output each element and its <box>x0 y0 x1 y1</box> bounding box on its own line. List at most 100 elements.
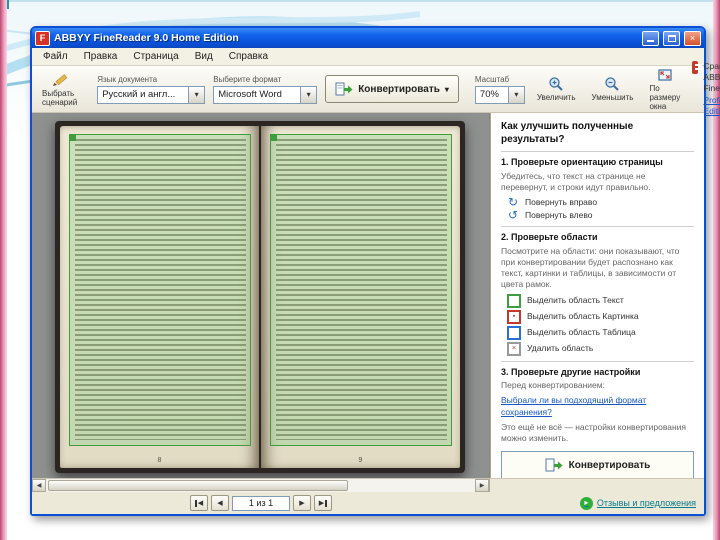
chevron-down-icon[interactable]: ▾ <box>188 86 205 103</box>
previous-page-button[interactable]: ◀ <box>211 495 229 511</box>
page-navigation-row: ◀ ◀ 1 из 1 ▶ ▶ ▸ Отзывы и предложения <box>32 492 704 514</box>
divider <box>501 360 694 362</box>
scrollbar-thumb[interactable] <box>48 480 348 491</box>
left-page-number: 8 <box>157 457 162 464</box>
step3-text1: Перед конвертированием: <box>501 380 605 391</box>
chevron-down-icon[interactable]: ▾ <box>507 86 524 103</box>
minimize-button[interactable] <box>642 30 659 46</box>
text-zone-icon <box>507 293 521 308</box>
feedback-link[interactable]: ▸ Отзывы и предложения <box>579 496 696 510</box>
draw-table-area-label: Выделить область Таблица <box>527 327 636 338</box>
tips-panel-title: Как улучшить полученные результаты? <box>501 121 634 145</box>
page-navigator: ◀ ◀ 1 из 1 ▶ ▶ <box>32 495 490 511</box>
delete-zone-icon: × <box>507 341 521 356</box>
zone-corner-tag <box>69 134 76 141</box>
maximize-icon <box>667 34 676 42</box>
picture-zone-icon: ▪ <box>507 309 521 324</box>
app-icon: F <box>35 30 50 46</box>
menu-help[interactable]: Справка <box>222 50 275 63</box>
output-format-group: Выберите формат Microsoft Word ▾ <box>213 74 318 104</box>
select-scenario-button[interactable]: Выбрать сценарий <box>38 69 81 110</box>
output-format-value: Microsoft Word <box>218 89 282 100</box>
first-page-bar-icon <box>194 499 197 507</box>
first-page-icon: ◀ <box>197 500 204 507</box>
chevron-down-icon[interactable]: ▾ <box>300 86 317 103</box>
last-page-button[interactable]: ▶ <box>314 495 332 511</box>
zoom-out-icon <box>604 76 620 92</box>
menu-bar: Файл Правка Страница Вид Справка <box>32 48 704 66</box>
red-book-icon <box>692 61 703 75</box>
first-page-button[interactable]: ◀ <box>190 495 208 511</box>
next-page-button[interactable]: ▶ <box>293 495 311 511</box>
previous-page-icon: ◀ <box>217 500 223 507</box>
right-text-zone[interactable] <box>270 134 452 446</box>
document-language-value: Русский и англ... <box>102 89 176 100</box>
bottom-scroll-row: ◀ ▶ <box>32 478 704 492</box>
document-language-label: Язык документа <box>97 74 158 84</box>
rotate-left-icon: ↺ <box>507 208 519 223</box>
output-format-label: Выберите формат <box>213 74 282 84</box>
convert-box-button[interactable]: Конвертировать <box>501 450 694 478</box>
menu-file[interactable]: Файл <box>36 50 75 63</box>
professional-edition-promo[interactable]: Сравни с ABBYY FineReader Professional E… <box>692 61 720 116</box>
draw-table-area-button[interactable]: Выделить область Таблица <box>507 325 694 340</box>
right-page[interactable]: 9 <box>261 126 460 468</box>
divider <box>501 225 694 227</box>
step1-heading: 1. Проверьте ориентацию страницы <box>501 157 663 167</box>
slide-left-border <box>0 0 7 540</box>
last-page-icon: ▶ <box>318 500 325 507</box>
convert-icon <box>545 458 563 473</box>
zoom-in-button[interactable]: Увеличить <box>533 73 580 105</box>
caret-down-icon: ▾ <box>444 84 449 94</box>
rotate-right-label: Повернуть вправо <box>525 196 598 207</box>
format-settings-link[interactable]: Выбрали ли вы подходящий формат сохранен… <box>501 395 694 417</box>
convert-icon <box>335 82 353 97</box>
feedback-link-label: Отзывы и предложения <box>596 498 696 508</box>
step2-text: Посмотрите на области: они показывают, ч… <box>501 245 680 289</box>
page-indicator[interactable]: 1 из 1 <box>232 495 290 511</box>
document-language-select[interactable]: Русский и англ... ▾ <box>97 85 206 104</box>
fit-to-window-button[interactable]: По размеру окна <box>645 64 684 114</box>
tips-panel: Как улучшить полученные результаты? 1. П… <box>490 113 704 478</box>
draw-text-area-button[interactable]: Выделить область Текст <box>507 293 694 308</box>
last-page-bar-icon <box>325 499 328 507</box>
feedback-play-icon: ▸ <box>579 496 593 510</box>
maximize-button[interactable] <box>663 30 680 46</box>
promo-line2: Professional Edition <box>703 94 720 116</box>
draw-picture-area-button[interactable]: ▪ Выделить область Картинка <box>507 309 694 324</box>
draw-text-area-label: Выделить область Текст <box>527 295 624 306</box>
right-page-number: 9 <box>358 457 363 464</box>
close-icon: × <box>689 32 696 43</box>
left-page[interactable]: 8 <box>60 126 259 468</box>
close-button[interactable]: × <box>684 30 701 46</box>
left-text-zone[interactable] <box>69 134 251 446</box>
menu-page[interactable]: Страница <box>126 50 185 63</box>
step1-text: Убедитесь, что текст на странице не пере… <box>501 170 651 192</box>
finereader-window: F ABBYY FineReader 9.0 Home Edition × Фа… <box>30 26 720 516</box>
convert-button[interactable]: Конвертировать ▾ <box>325 75 459 103</box>
zoom-select[interactable]: 70% ▾ <box>474 85 525 104</box>
scroll-left-button[interactable]: ◀ <box>32 479 46 492</box>
zoom-in-label: Увеличить <box>536 93 576 102</box>
scroll-right-button[interactable]: ▶ <box>475 479 489 492</box>
next-page-icon: ▶ <box>299 500 305 507</box>
step2-heading: 2. Проверьте области <box>501 231 598 242</box>
rotate-left-button[interactable]: ↺ Повернуть влево <box>507 208 694 223</box>
title-bar[interactable]: F ABBYY FineReader 9.0 Home Edition × <box>32 28 704 48</box>
window-title: ABBYY FineReader 9.0 Home Edition <box>54 32 239 44</box>
rotate-right-button[interactable]: ↻ Повернуть вправо <box>507 196 694 208</box>
divider <box>501 151 694 152</box>
zoom-group: Масштаб 70% ▾ <box>474 75 525 104</box>
zoom-out-button[interactable]: Уменьшить <box>588 73 638 105</box>
step3-text2: Это ещё не всё — настройки конвертирован… <box>501 421 687 443</box>
main-toolbar: Выбрать сценарий Язык документа Русский … <box>32 61 720 116</box>
menu-edit[interactable]: Правка <box>77 50 125 63</box>
zoom-value: 70% <box>479 89 499 100</box>
zoom-in-icon <box>548 76 564 92</box>
horizontal-scrollbar[interactable]: ◀ ▶ <box>32 479 490 492</box>
menu-view[interactable]: Вид <box>188 50 220 63</box>
output-format-select[interactable]: Microsoft Word ▾ <box>213 85 318 104</box>
scan-view[interactable]: 8 9 <box>32 113 490 478</box>
delete-area-button[interactable]: × Удалить область <box>507 341 694 356</box>
fit-to-window-icon <box>657 67 673 83</box>
